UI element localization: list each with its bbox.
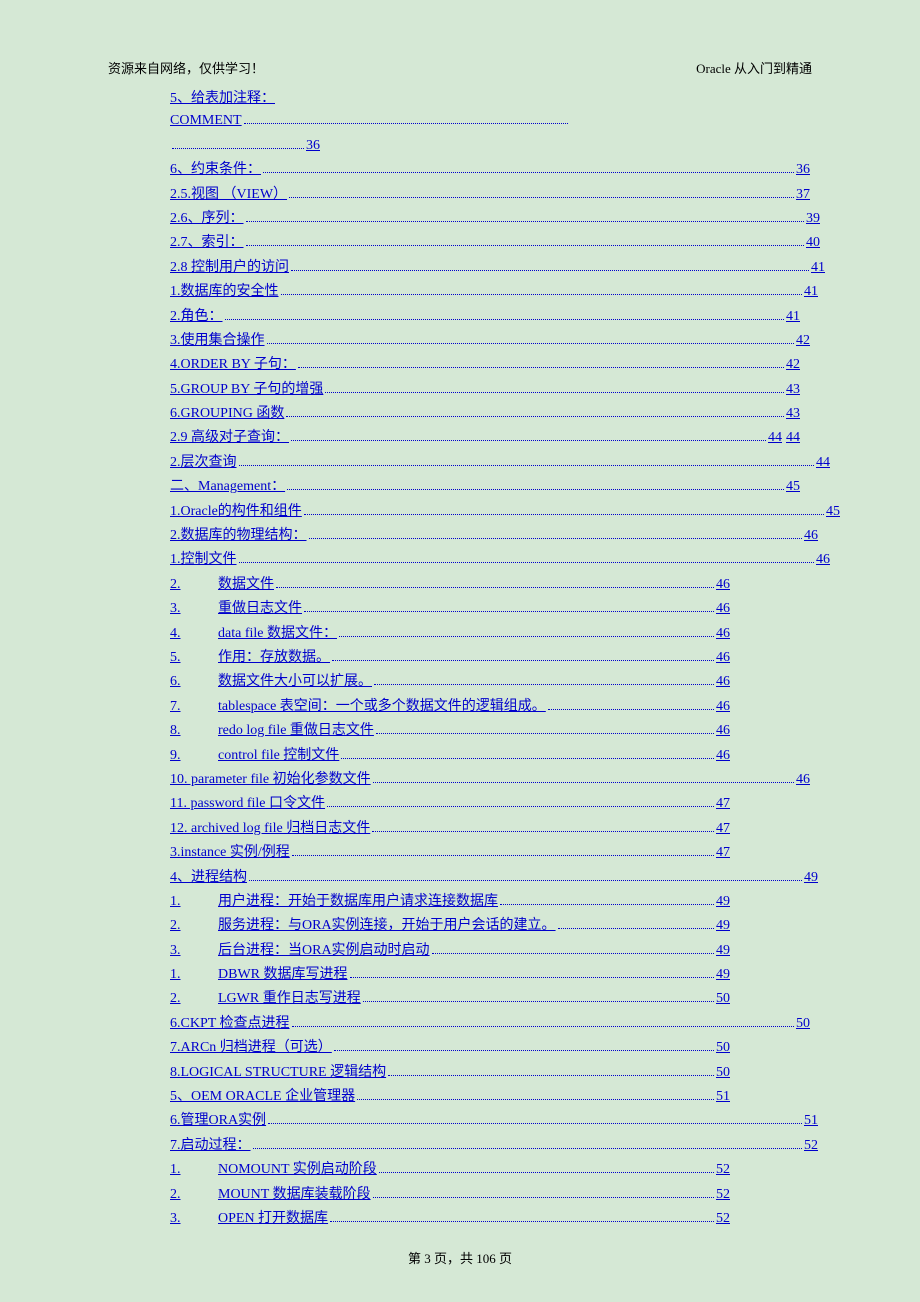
toc-entry[interactable]: 11. password file 口令文件47	[170, 793, 730, 815]
toc-entry[interactable]: 2.MOUNT 数据库装载阶段52	[170, 1184, 730, 1206]
toc-entry[interactable]: 7.tablespace 表空间：一个或多个数据文件的逻辑组成。46	[170, 696, 730, 718]
toc-entry[interactable]: 1.用户进程：开始于数据库用户请求连接数据库49	[170, 891, 730, 913]
toc-entry[interactable]: 1.控制文件46	[170, 549, 830, 571]
toc-entry[interactable]: 1.NOMOUNT 实例启动阶段52	[170, 1159, 730, 1181]
toc-entry[interactable]: 3.重做日志文件46	[170, 598, 730, 620]
toc-entry[interactable]: 6.GROUPING 函数43	[170, 403, 800, 425]
toc-entry[interactable]: 7.启动过程：52	[170, 1135, 818, 1157]
toc-entry[interactable]: 2.6、序列：39	[170, 208, 820, 230]
toc-entry[interactable]: 1.DBWR 数据库写进程49	[170, 964, 730, 986]
toc-entry[interactable]: 6.数据文件大小可以扩展。46	[170, 671, 730, 693]
toc-entry[interactable]: 7.ARCn 归档进程（可选）50	[170, 1037, 730, 1059]
toc-entry[interactable]: 二、Management：45	[170, 476, 800, 498]
toc-entry[interactable]: 2.数据文件46	[170, 574, 730, 596]
toc-entry[interactable]: 4、进程结构49	[170, 867, 818, 889]
toc-entry[interactable]: 5、给表加注释：COMMENT36	[170, 88, 830, 157]
toc-entry[interactable]: 6、约束条件：36	[170, 159, 810, 181]
toc-entry[interactable]: 2.7、索引：40	[170, 232, 820, 254]
toc-entry[interactable]: 8.redo log file 重做日志文件46	[170, 720, 730, 742]
toc-entry[interactable]: 5.GROUP BY 子句的增强43	[170, 379, 800, 401]
toc-entry[interactable]: 2.层次查询44	[170, 452, 830, 474]
toc-content: 5、给表加注释：COMMENT366、约束条件：36 2.5.视图 （VIEW）3…	[170, 88, 830, 1232]
header-left: 资源来自网络，仅供学习！	[108, 58, 264, 77]
header-right: Oracle 从入门到精通	[696, 58, 812, 77]
toc-entry[interactable]: 10. parameter file 初始化参数文件46	[170, 769, 810, 791]
toc-entry[interactable]: 4.ORDER BY 子句：42	[170, 354, 800, 376]
toc-entry[interactable]: 3.使用集合操作42	[170, 330, 810, 352]
toc-entry[interactable]: 2.8 控制用户的访问41	[170, 257, 825, 279]
toc-entry[interactable]: 2.数据库的物理结构：46	[170, 525, 818, 547]
toc-entry[interactable]: 5.作用：存放数据。46	[170, 647, 730, 669]
toc-entry[interactable]: 2.LGWR 重作日志写进程50	[170, 988, 730, 1010]
toc-entry[interactable]: 2.9 高级对子查询：4444	[170, 427, 800, 449]
toc-entry[interactable]: 3.OPEN 打开数据库52	[170, 1208, 730, 1230]
toc-entry[interactable]: 12. archived log file 归档日志文件47	[170, 818, 730, 840]
toc-entry[interactable]: 4.data file 数据文件：46	[170, 623, 730, 645]
toc-entry[interactable]: 1.Oracle的构件和组件45	[170, 501, 840, 523]
toc-entry[interactable]: 1.数据库的安全性41	[170, 281, 818, 303]
toc-entry[interactable]: 3.instance 实例/例程47	[170, 842, 730, 864]
toc-entry[interactable]: 3.后台进程：当ORA实例启动时启动49	[170, 940, 730, 962]
toc-entry[interactable]: 2.5.视图 （VIEW）37	[170, 184, 810, 206]
toc-entry[interactable]: 6.CKPT 检查点进程50	[170, 1013, 810, 1035]
page-footer: 第 3 页，共 106 页	[0, 1248, 920, 1267]
toc-entry[interactable]: 8.LOGICAL STRUCTURE 逻辑结构50	[170, 1062, 730, 1084]
toc-entry[interactable]: 5、OEM ORACLE 企业管理器51	[170, 1086, 730, 1108]
toc-entry[interactable]: 6.管理ORA实例51	[170, 1110, 818, 1132]
toc-entry[interactable]: 2.服务进程：与ORA实例连接，开始于用户会话的建立。49	[170, 915, 730, 937]
toc-entry[interactable]: 9.control file 控制文件46	[170, 745, 730, 767]
toc-entry[interactable]: 2.角色：41	[170, 306, 800, 328]
